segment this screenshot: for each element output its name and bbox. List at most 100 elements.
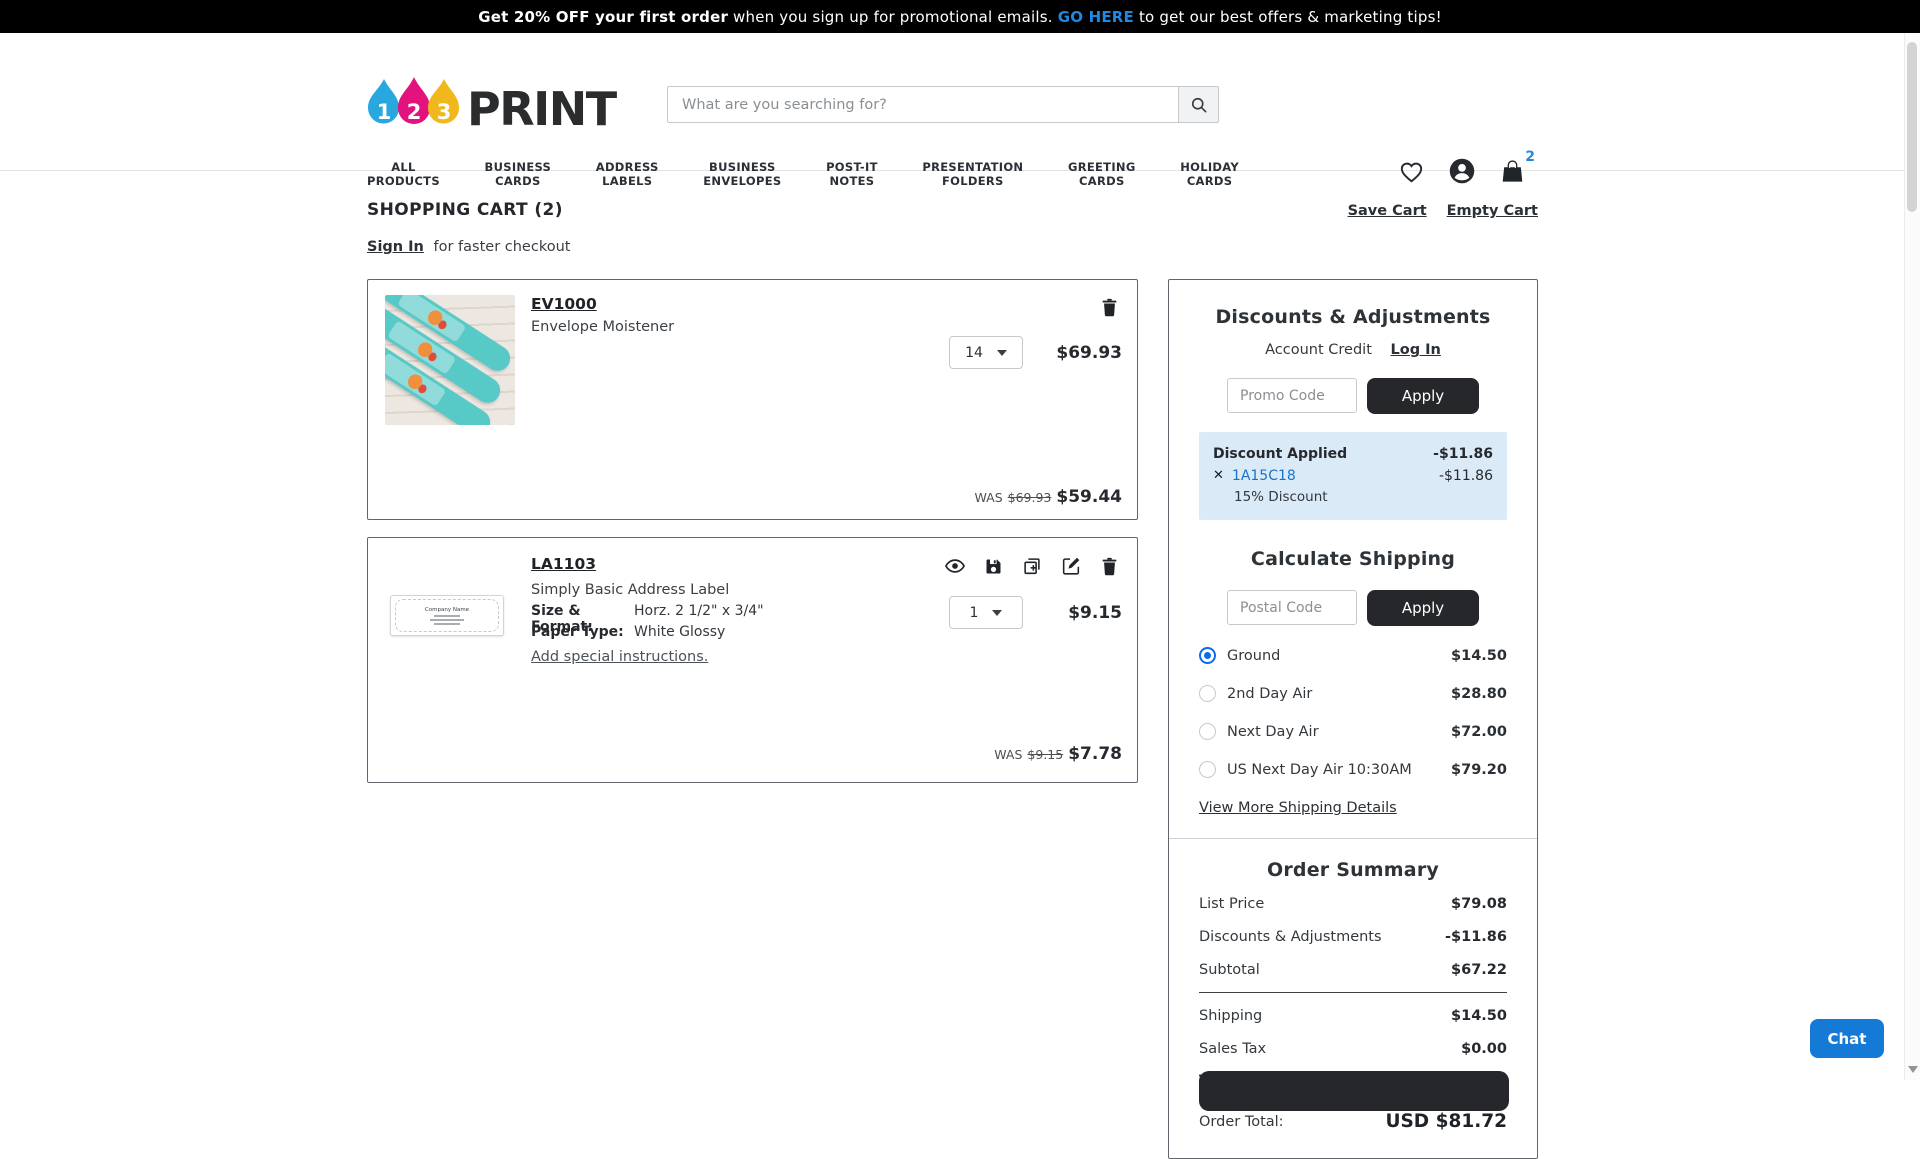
trash-icon (1099, 297, 1120, 318)
discount-code-amount: -$11.86 (1439, 465, 1493, 487)
svg-text:3: 3 (437, 100, 452, 124)
wishlist-button[interactable] (1398, 158, 1425, 185)
logo-drops-icon: 1 2 3 (367, 77, 463, 135)
shipping-option-next-day-1030: US Next Day Air 10:30AM $79.20 (1169, 761, 1537, 778)
sale-price: $59.44 (1056, 487, 1122, 507)
save-cart-link[interactable]: Save Cart (1348, 203, 1427, 219)
promo-code-row: Apply (1169, 378, 1537, 414)
order-total-value: USD $81.72 (1385, 1111, 1507, 1132)
promo-code-link[interactable]: 1A15C18 (1232, 465, 1296, 487)
shipping-title: Calculate Shipping (1169, 548, 1537, 570)
radio[interactable] (1199, 761, 1216, 778)
product-image-ev1000[interactable] (385, 295, 515, 425)
order-total-row: Order Total: USD $81.72 (1169, 1111, 1537, 1132)
nav-post-it-notes[interactable]: POST-ITNOTES (826, 160, 878, 188)
radio[interactable] (1199, 685, 1216, 702)
go-here-link[interactable]: GO HERE (1058, 8, 1134, 26)
discount-applied-label: Discount Applied (1213, 443, 1347, 465)
scrollbar-thumb[interactable] (1907, 42, 1917, 212)
delete-item-button[interactable] (1099, 556, 1120, 577)
chevron-down-icon (997, 350, 1007, 356)
logo[interactable]: 1 2 3 PRINT (367, 77, 616, 135)
scroll-down-arrow-icon[interactable] (1908, 1066, 1918, 1073)
summary-row-subtotal: Subtotal$67.22 (1169, 960, 1537, 980)
discount-applied-amount: -$11.86 (1433, 443, 1493, 465)
shipping-option-next-day: Next Day Air $72.00 (1169, 723, 1537, 740)
item-name: Simply Basic Address Label (531, 582, 729, 598)
promo-banner: Get 20% OFF your first order when you si… (0, 0, 1920, 33)
site-header: 1 2 3 PRINT ALLPRODUCTS BUSINESSCARDS AD… (0, 33, 1920, 171)
nav-address-labels[interactable]: ADDRESSLABELS (596, 160, 659, 188)
postal-code-input[interactable] (1227, 590, 1357, 625)
order-total-label: Order Total: (1199, 1114, 1284, 1130)
promo-code-input[interactable] (1227, 378, 1357, 413)
save-icon (983, 556, 1004, 577)
search-button[interactable] (1178, 86, 1219, 123)
was-price: $9.15 (1027, 747, 1063, 762)
discounts-title: Discounts & Adjustments (1169, 306, 1537, 328)
shipping-option-ground: Ground $14.50 (1169, 647, 1537, 664)
promo-bold-text: Get 20% OFF your first order (478, 8, 728, 26)
duplicate-item-button[interactable] (1021, 555, 1043, 577)
item-price: $9.15 (1068, 603, 1122, 623)
logo-wordmark: PRINT (467, 83, 616, 135)
promo-text-2: to get our best offers & marketing tips! (1139, 8, 1442, 26)
main-nav: ALLPRODUCTS BUSINESSCARDS ADDRESSLABELS … (367, 160, 1239, 188)
edit-item-button[interactable] (1060, 555, 1082, 577)
was-price: $69.93 (1008, 490, 1052, 505)
heart-icon (1398, 158, 1425, 185)
panel-divider (1169, 838, 1537, 839)
shipping-apply-button[interactable]: Apply (1367, 590, 1479, 626)
nav-presentation-folders[interactable]: PRESENTATIONFOLDERS (922, 160, 1023, 188)
chevron-down-icon (992, 610, 1002, 616)
cart-count-badge: 2 (1525, 149, 1535, 165)
quantity-dropdown[interactable]: 14 (949, 336, 1023, 369)
sign-in-link[interactable]: Sign In (367, 239, 424, 255)
log-in-link[interactable]: Log In (1391, 342, 1441, 358)
save-item-button[interactable] (983, 556, 1004, 577)
empty-cart-link[interactable]: Empty Cart (1447, 203, 1538, 219)
summary-row-discounts: Discounts & Adjustments-$11.86 (1169, 927, 1537, 947)
shipping-option-2nd-day: 2nd Day Air $28.80 (1169, 685, 1537, 702)
cart-button[interactable]: 2 (1499, 158, 1526, 185)
label-preview-text: Company Name (425, 607, 469, 613)
preview-item-button[interactable] (944, 555, 966, 577)
account-credit-row: Account Credit Log In (1169, 342, 1537, 358)
item-sale-line: WAS $69.93 $59.44 (974, 487, 1122, 507)
cart-item-la1103: Company Name LA1103 (367, 537, 1138, 783)
nav-business-cards[interactable]: BUSINESSCARDS (485, 160, 552, 188)
eye-icon (944, 555, 966, 577)
special-instructions-link[interactable]: Add special instructions. (531, 649, 708, 665)
checkout-button[interactable] (1199, 1071, 1509, 1111)
cart-actions: Save Cart Empty Cart (1168, 203, 1538, 219)
sale-price: $7.78 (1068, 744, 1122, 764)
nav-all-products[interactable]: ALLPRODUCTS (367, 160, 440, 188)
search-input[interactable] (667, 86, 1178, 123)
chat-button[interactable]: Chat (1810, 1019, 1884, 1058)
signin-line: Sign In for faster checkout (367, 239, 570, 255)
scrollbar[interactable] (1904, 0, 1920, 1080)
radio-selected[interactable] (1199, 647, 1216, 664)
svg-text:1: 1 (377, 100, 392, 124)
remove-discount-icon[interactable]: ✕ (1213, 465, 1224, 487)
account-button[interactable] (1448, 157, 1476, 185)
order-panel: Discounts & Adjustments Account Credit L… (1168, 279, 1538, 1159)
nav-business-envelopes[interactable]: BUSINESSENVELOPES (703, 160, 781, 188)
item-sku-link[interactable]: EV1000 (531, 295, 597, 313)
delete-item-button[interactable] (1099, 297, 1120, 318)
header-icons: 2 (1398, 157, 1543, 185)
sign-in-suffix: for faster checkout (434, 239, 571, 255)
account-icon (1448, 157, 1476, 185)
radio[interactable] (1199, 723, 1216, 740)
quantity-dropdown[interactable]: 1 (949, 596, 1023, 629)
copy-plus-icon (1021, 555, 1043, 577)
view-more-shipping-link[interactable]: View More Shipping Details (1199, 800, 1397, 816)
item-sku-link[interactable]: LA1103 (531, 555, 596, 573)
item-price: $69.93 (1056, 343, 1122, 363)
search-icon (1189, 95, 1209, 115)
promo-apply-button[interactable]: Apply (1367, 378, 1479, 414)
nav-holiday-cards[interactable]: HOLIDAYCARDS (1180, 160, 1239, 188)
page-title: SHOPPING CART (2) (367, 200, 563, 220)
nav-greeting-cards[interactable]: GREETINGCARDS (1068, 160, 1136, 188)
product-image-la1103[interactable]: Company Name (390, 595, 504, 636)
